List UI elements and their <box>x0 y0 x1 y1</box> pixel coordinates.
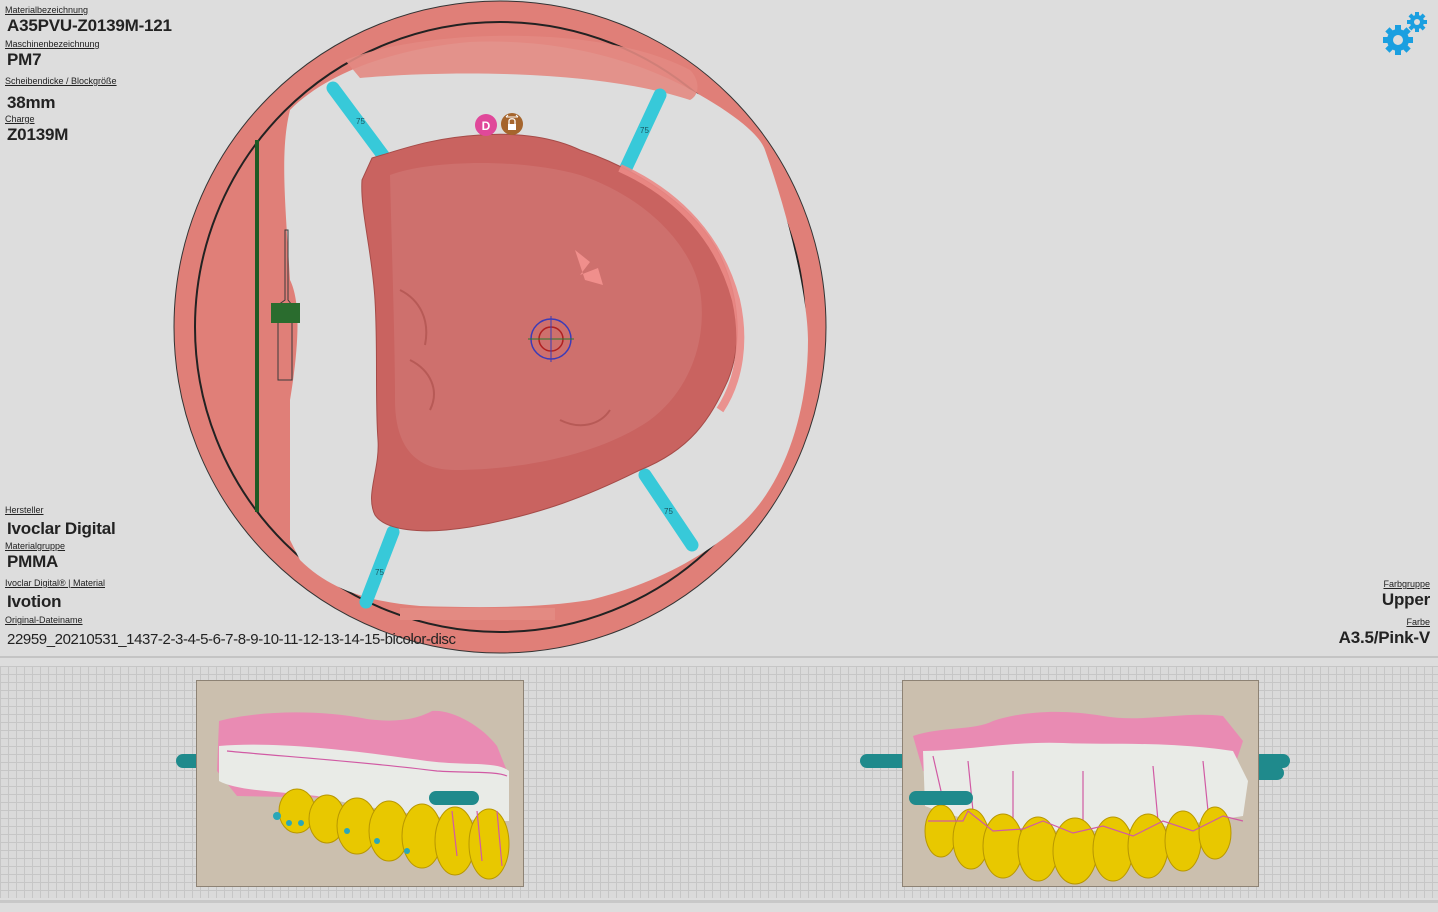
value-charge: Z0139M <box>7 125 69 144</box>
label-hersteller: Hersteller <box>5 505 44 515</box>
bottom-border <box>0 900 1438 903</box>
pin-marker <box>271 303 300 323</box>
badge-d-label: D <box>482 119 491 133</box>
label-materialgruppe: Materialgruppe <box>5 541 66 551</box>
value-dateiname: 22959_20210531_1437-2-3-4-5-6-7-8-9-10-1… <box>7 631 456 648</box>
info-farbgruppe: Farbgruppe Upper <box>1382 579 1430 610</box>
value-materialgruppe: PMMA <box>7 552 59 571</box>
value-farbe: A3.5/Pink-V <box>1338 628 1431 647</box>
value-hersteller: Ivoclar Digital <box>7 519 116 538</box>
value-materialbezeichnung: A35PVU-Z0139M-121 <box>7 16 172 35</box>
label-dateiname: Original-Dateiname <box>5 615 83 625</box>
denture-front-right <box>909 711 1248 885</box>
info-charge: Charge Z0139M <box>5 114 68 145</box>
label-farbe: Farbe <box>1406 617 1430 627</box>
denture-side-left <box>217 710 510 880</box>
preview-right-view[interactable] <box>902 680 1259 887</box>
info-materialgruppe: Materialgruppe PMMA <box>5 541 65 572</box>
disc-nesting-view[interactable]: 75 75 75 75 D <box>150 0 840 656</box>
value-maschinenbezeichnung: PM7 <box>7 50 42 69</box>
label-materialbezeichnung: Materialbezeichnung <box>5 5 89 15</box>
gears-icon[interactable] <box>1382 8 1430 60</box>
preview-left-view[interactable] <box>196 680 524 887</box>
info-hersteller: Hersteller Ivoclar Digital <box>5 505 116 539</box>
info-ivoclar-material: Ivoclar Digital® | Material Ivotion <box>5 578 105 612</box>
label-farbgruppe: Farbgruppe <box>1383 579 1430 589</box>
label-ivoclar-material: Ivoclar Digital® | Material <box>5 578 105 588</box>
value-ivoclar-material: Ivotion <box>7 592 62 611</box>
sinter-bar <box>255 140 259 512</box>
connector-label-3: 75 <box>664 507 673 516</box>
badge-d[interactable]: D <box>475 114 497 136</box>
value-farbgruppe: Upper <box>1381 590 1430 609</box>
info-dateiname: Original-Dateiname 22959_20210531_1437-2… <box>5 615 456 650</box>
panel-divider <box>0 656 1438 658</box>
connector-label-4: 75 <box>375 568 384 577</box>
nesting-workspace: Materialbezeichnung A35PVU-Z0139M-121 Ma… <box>0 0 1438 656</box>
label-charge: Charge <box>5 114 35 124</box>
info-materialbezeichnung: Materialbezeichnung A35PVU-Z0139M-121 <box>5 5 172 36</box>
connector-label-1: 75 <box>356 117 365 126</box>
info-maschinenbezeichnung: Maschinenbezeichnung PM7 <box>5 39 100 70</box>
preview-strip <box>0 666 1438 898</box>
value-scheibendicke: 38mm <box>7 93 56 112</box>
info-farbe: Farbe A3.5/Pink-V <box>1338 617 1431 648</box>
label-scheibendicke: Scheibendicke / Blockgröße <box>5 76 117 86</box>
label-maschinenbezeichnung: Maschinenbezeichnung <box>5 39 100 49</box>
lock-move-icon[interactable] <box>501 113 523 135</box>
info-scheibendicke: Scheibendicke / Blockgröße 38mm <box>5 76 117 113</box>
connector-label-2: 75 <box>640 126 649 135</box>
